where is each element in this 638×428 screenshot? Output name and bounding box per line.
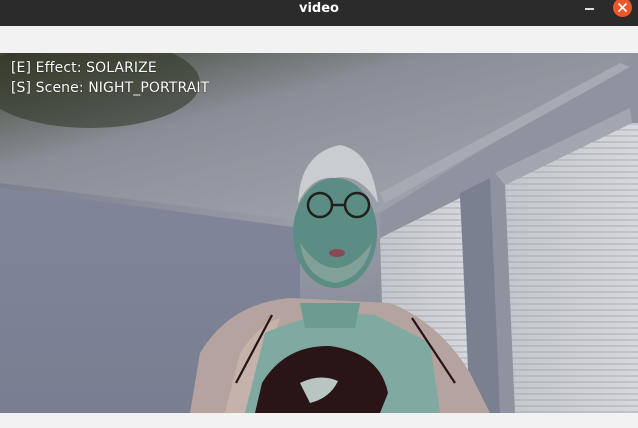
window-title: video: [299, 1, 339, 16]
effect-overlay-text: [E] Effect: SOLARIZE: [11, 60, 157, 76]
minimize-button[interactable]: [581, 0, 599, 18]
window-bottom-area: [0, 413, 638, 428]
camera-image: [0, 53, 638, 413]
minimize-icon: [585, 8, 594, 10]
window-header-area: [0, 26, 638, 53]
close-icon: [618, 3, 627, 12]
video-frame: [E] Effect: SOLARIZE [S] Scene: NIGHT_PO…: [0, 53, 638, 413]
scene-overlay-text: [S] Scene: NIGHT_PORTRAIT: [11, 80, 210, 96]
title-bar: video: [0, 0, 638, 26]
close-button[interactable]: [613, 0, 632, 17]
